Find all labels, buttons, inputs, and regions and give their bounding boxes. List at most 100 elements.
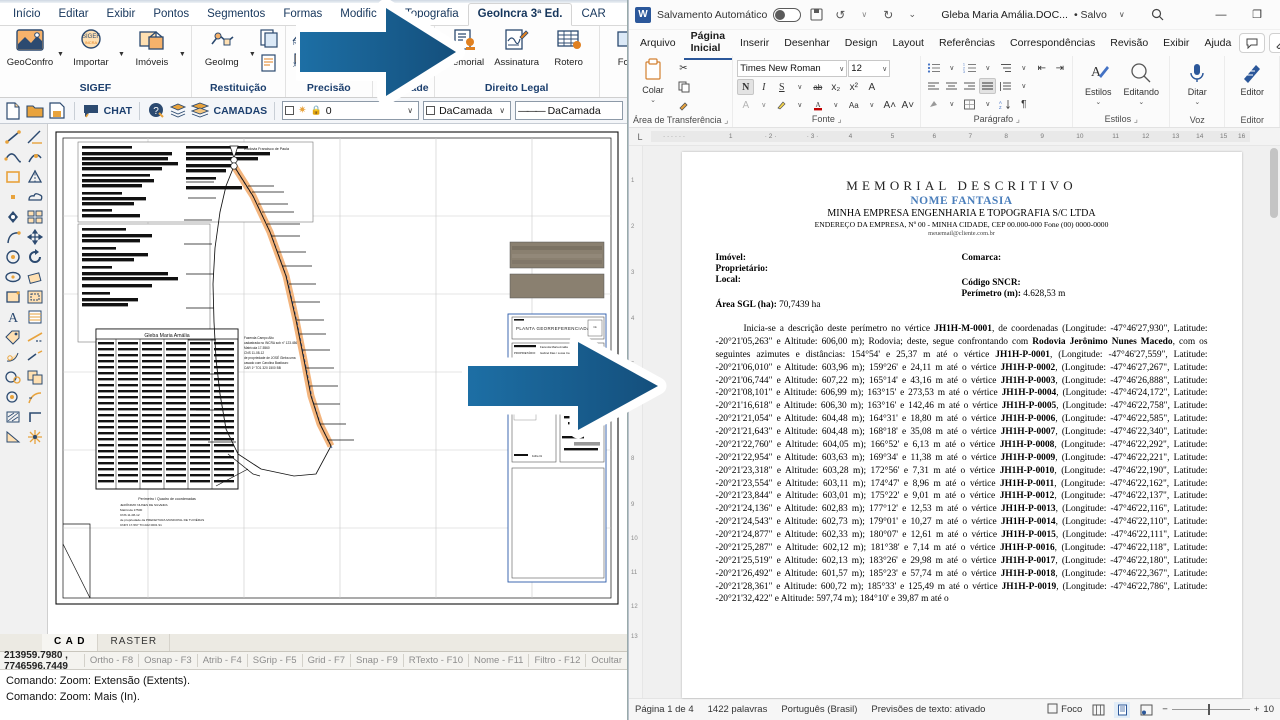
borders-dropdown-icon[interactable]: ∨ [979,96,996,112]
editor-button[interactable]: Editor [1235,62,1269,97]
toggle-snap[interactable]: Snap - F9 [350,654,403,667]
dictate-dropdown-icon[interactable]: ⌄ [1194,98,1200,106]
text-icon[interactable]: A [2,307,24,327]
word-count-label[interactable]: 1422 palavras [708,704,768,715]
cad-tab-topografia[interactable]: Topografia [396,4,468,25]
toggle-ocultar[interactable]: Ocultar [585,654,627,667]
line-spacing-dropdown-icon[interactable]: ∨ [1015,78,1032,94]
language-label[interactable]: Português (Brasil) [781,704,857,715]
format-painter-icon[interactable] [675,98,692,114]
hatch-icon[interactable] [2,407,24,427]
circle-icon[interactable] [2,247,24,267]
explode-icon[interactable] [24,427,46,447]
geoconfro-dropdown-icon[interactable]: ▼ [57,51,64,58]
mirror-icon[interactable] [24,167,46,187]
superscript-button[interactable]: x² [845,79,862,95]
node-icon[interactable] [2,207,24,227]
region-icon[interactable] [2,427,24,447]
arc-dim-icon[interactable] [24,147,46,167]
chat-label[interactable]: CHAT [104,105,132,117]
undo-icon[interactable]: ↺ [831,6,849,24]
copy-icon[interactable] [24,367,46,387]
change-case-icon[interactable]: Aa [845,97,862,113]
paste-dropdown-icon[interactable]: ⌄ [650,96,656,104]
extend-icon[interactable] [24,347,46,367]
dim-aligned-icon[interactable] [24,127,46,147]
tab-pagina-inicial[interactable]: Página Inicial [683,26,733,60]
geoconfro-button[interactable]: GeoConfro [5,28,55,68]
show-marks-icon[interactable]: ¶ [1015,96,1032,112]
point-icon[interactable] [2,187,24,207]
clear-formatting-icon[interactable]: A [737,97,754,113]
styles-dropdown-icon[interactable]: ⌄ [1095,98,1101,106]
toggle-ortho[interactable]: Ortho - F8 [83,654,138,667]
decrease-indent-icon[interactable]: ⇤ [1033,60,1050,76]
read-mode-icon[interactable] [1090,702,1106,718]
bullet-dropdown-icon[interactable]: ∨ [943,60,960,76]
undo-dropdown-icon[interactable]: ∨ [855,6,873,24]
increase-indent-icon[interactable]: ⇥ [1051,60,1068,76]
maximize-icon[interactable]: ❐ [1240,2,1274,28]
rms-dropdown-icon[interactable]: ▼ [316,36,323,43]
strikethrough-button[interactable]: ab [809,79,826,95]
web-layout-icon[interactable] [1138,702,1154,718]
underline-button[interactable]: S [773,79,790,95]
subscript-button[interactable]: x₂ [827,79,844,95]
layers-multi-icon[interactable] [191,101,210,121]
scale-icon[interactable] [24,267,46,287]
cad-tab-formas[interactable]: Formas [274,4,331,25]
zoom-value-label[interactable]: 10 [1263,704,1274,715]
linetype-combobox[interactable]: ——— DaCamada [515,101,623,120]
redo-icon[interactable]: ↻ [879,6,897,24]
copy-icon[interactable] [675,79,692,95]
trim-icon[interactable] [24,327,46,347]
borders-icon[interactable] [961,96,978,112]
shading-icon[interactable] [925,96,942,112]
clear-formatting-dropdown-icon[interactable]: ∨ [755,97,772,113]
bullet-list-icon[interactable] [925,60,942,76]
color-combobox-arrow[interactable]: ∨ [496,106,508,115]
grow-font-icon[interactable]: A˄ [881,97,898,113]
document-scrollbar[interactable] [1268,146,1280,698]
change-case-dropdown-icon[interactable]: ∨ [863,97,880,113]
join-icon[interactable] [2,387,24,407]
justify-icon[interactable] [979,78,997,94]
xyz-button[interactable]: XYZ ▼ Identificar [291,52,367,71]
align-right-icon[interactable] [961,78,978,94]
print-layout-icon[interactable] [1114,701,1131,718]
chat-icon[interactable] [81,101,99,121]
line-icon[interactable] [2,127,24,147]
numbered-dropdown-icon[interactable]: ∨ [979,60,996,76]
pen-dropdown-icon[interactable]: ∨ [1269,33,1280,53]
cad-tab-modificar[interactable]: Modificar [331,4,396,25]
styles-dialog-launcher-icon[interactable]: ⌟ [1134,114,1138,124]
rotate-icon[interactable] [24,247,46,267]
toggle-grid[interactable]: Grid - F7 [301,654,350,667]
tab-revisao[interactable]: Revisão [1103,33,1155,53]
tab-design[interactable]: Design [838,33,885,53]
geoimg-button[interactable]: GeoImg [197,28,247,68]
align-left-icon[interactable] [925,78,942,94]
autosave-toggle[interactable] [773,7,802,22]
multilevel-dropdown-icon[interactable]: ∨ [1015,60,1032,76]
toggle-filtro[interactable]: Filtro - F12 [528,654,585,667]
toggle-sgrip[interactable]: SGrip - F5 [246,654,302,667]
importar-dropdown-icon[interactable]: ▼ [118,51,125,58]
memorial-button[interactable]: Memorial [440,28,490,68]
cad-command-line[interactable]: Comando: Zoom: Extensão (Extents). Coman… [0,670,627,720]
vertical-ruler[interactable]: 123 458 9 10 11 12 13 [629,146,643,698]
table-icon[interactable] [24,307,46,327]
xyz-dropdown-icon[interactable]: ▼ [316,58,323,65]
restituicao-copy-icon[interactable] [258,28,280,51]
editing-dropdown-icon[interactable]: ⌄ [1138,98,1144,106]
page-count-label[interactable]: Página 1 de 4 [635,704,694,715]
text-highlight-icon[interactable] [773,97,790,113]
cut-icon[interactable]: ✂ [675,60,692,76]
scrollbar-thumb[interactable] [1270,148,1278,218]
minimize-icon[interactable]: — [1204,2,1238,28]
cloud-icon[interactable] [24,187,46,207]
polyline-icon[interactable] [2,147,24,167]
corner-icon[interactable] [24,407,46,427]
tab-correspondencias[interactable]: Correspondências [1003,33,1102,53]
new-file-icon[interactable] [4,101,22,121]
